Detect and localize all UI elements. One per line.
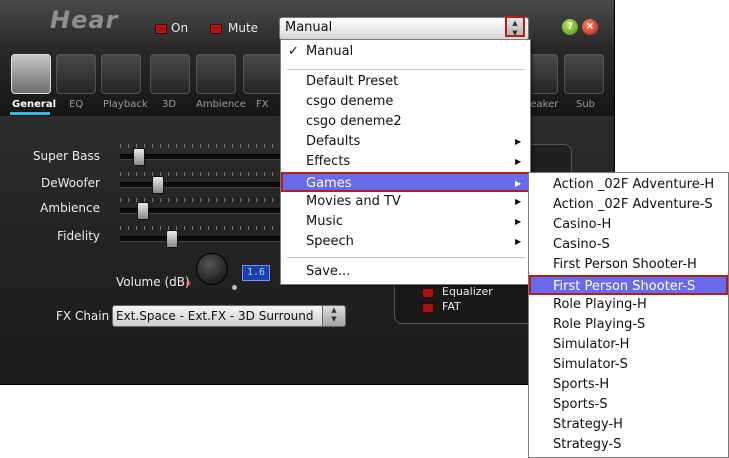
- fidelity-slider[interactable]: [120, 236, 290, 242]
- tab-eq[interactable]: EQ: [69, 99, 83, 110]
- submenu-arrow-icon: ▶: [515, 179, 522, 188]
- preset-combobox-value: Manual: [285, 20, 333, 35]
- submenu-item[interactable]: Casino-S: [529, 235, 728, 255]
- ambience-label: Ambience: [40, 201, 100, 215]
- super-bass-thumb[interactable]: [132, 148, 145, 166]
- tab-fx[interactable]: FX: [256, 99, 269, 110]
- volume-knob[interactable]: [196, 253, 228, 285]
- menu-item-games[interactable]: Games ▶: [281, 172, 530, 192]
- fidelity-label: Fidelity: [57, 229, 100, 243]
- fx-chain-label: FX Chain: [56, 309, 110, 323]
- submenu-item[interactable]: Simulator-S: [529, 355, 728, 375]
- menu-item-csgo-deneme2[interactable]: csgo deneme2: [281, 112, 530, 132]
- slider-ticks: [120, 144, 290, 148]
- preset-combobox[interactable]: Manual: [279, 17, 529, 40]
- games-submenu: Action _02F Adventure-H Action _02F Adve…: [528, 172, 729, 458]
- app-title: Hear: [50, 6, 119, 34]
- submenu-item[interactable]: Casino-H: [529, 215, 728, 235]
- menu-item-manual[interactable]: ✓ Manual: [281, 42, 530, 62]
- close-icon[interactable]: ×: [582, 19, 598, 35]
- equalizer-label[interactable]: Equalizer: [442, 285, 493, 298]
- on-led-icon[interactable]: [155, 24, 167, 34]
- submenu-item[interactable]: Sports-H: [529, 375, 728, 395]
- volume-value: 1.6: [242, 265, 270, 281]
- volume-label: Volume (dB): [116, 275, 190, 289]
- slider-ticks: [120, 226, 290, 230]
- active-tab-indicator: [10, 112, 50, 115]
- ambience-tab-icon[interactable]: [196, 54, 236, 94]
- menu-item-csgo-deneme[interactable]: csgo deneme: [281, 92, 530, 112]
- fat-label[interactable]: FAT: [442, 300, 461, 313]
- submenu-item[interactable]: Strategy-S: [529, 435, 728, 455]
- menu-item-default-preset[interactable]: Default Preset: [281, 72, 530, 92]
- submenu-arrow-icon: ▶: [515, 217, 522, 226]
- submenu-item[interactable]: Strategy-H: [529, 415, 728, 435]
- 3d-tab-icon[interactable]: [150, 54, 190, 94]
- menu-item-effects[interactable]: Effects ▶: [281, 152, 530, 172]
- fx-tab-icon[interactable]: [243, 54, 283, 94]
- submenu-item[interactable]: Role Playing-S: [529, 315, 728, 335]
- menu-item-music[interactable]: Music ▶: [281, 212, 530, 232]
- submenu-item[interactable]: Action _02F Adventure-H: [529, 175, 728, 195]
- sub-tab-icon[interactable]: [564, 54, 604, 94]
- submenu-arrow-icon: ▶: [515, 137, 522, 146]
- submenu-item[interactable]: Sports-S: [529, 395, 728, 415]
- menu-separator: [287, 69, 525, 70]
- dewoofer-slider[interactable]: [120, 182, 290, 188]
- super-bass-label: Super Bass: [32, 149, 100, 163]
- submenu-item-selected[interactable]: First Person Shooter-S: [529, 275, 728, 295]
- submenu-item[interactable]: Role Playing-H: [529, 295, 728, 315]
- menu-item-defaults[interactable]: Defaults ▶: [281, 132, 530, 152]
- slider-ticks: [120, 172, 290, 176]
- preset-dropdown-menu: ✓ Manual Default Preset csgo deneme csgo…: [280, 39, 531, 285]
- fx-chain-arrows-icon[interactable]: ▲ ▼: [322, 305, 346, 327]
- menu-separator: [287, 257, 525, 258]
- submenu-arrow-icon: ▶: [515, 237, 522, 246]
- tab-ambience[interactable]: Ambience: [196, 99, 246, 110]
- submenu-arrow-icon: ▶: [515, 157, 522, 166]
- dewoofer-thumb[interactable]: [151, 176, 164, 194]
- playback-tab-icon[interactable]: [101, 54, 141, 94]
- preset-combobox-arrow-icon[interactable]: ▲ ▼: [505, 16, 525, 37]
- help-icon[interactable]: ?: [562, 19, 578, 35]
- submenu-item[interactable]: Simulator-H: [529, 335, 728, 355]
- submenu-arrow-icon: ▶: [515, 197, 522, 206]
- fat-led-icon[interactable]: [422, 303, 434, 313]
- ambience-thumb[interactable]: [137, 202, 150, 220]
- submenu-item[interactable]: First Person Shooter-H: [529, 255, 728, 275]
- menu-item-movies-and-tv[interactable]: Movies and TV ▶: [281, 192, 530, 212]
- menu-item-speech[interactable]: Speech ▶: [281, 232, 530, 252]
- checkmark-icon: ✓: [288, 44, 299, 59]
- tab-playback[interactable]: Playback: [103, 99, 148, 110]
- tab-general[interactable]: General: [12, 99, 56, 110]
- mute-led-icon[interactable]: [210, 24, 222, 34]
- volume-max-dot-icon: [232, 285, 237, 290]
- equalizer-led-icon[interactable]: [422, 288, 434, 298]
- tab-sub[interactable]: Sub: [576, 99, 595, 110]
- fidelity-thumb[interactable]: [165, 230, 178, 248]
- dewoofer-label: DeWoofer: [40, 176, 100, 190]
- eq-tab-icon[interactable]: [56, 54, 96, 94]
- tab-3d[interactable]: 3D: [162, 99, 176, 110]
- mute-label[interactable]: Mute: [228, 21, 258, 35]
- super-bass-slider[interactable]: [120, 154, 290, 160]
- on-label[interactable]: On: [171, 21, 188, 35]
- general-tab-icon[interactable]: [11, 54, 51, 94]
- submenu-item[interactable]: Action _02F Adventure-S: [529, 195, 728, 215]
- fx-chain-select[interactable]: Ext.Space - Ext.FX - 3D Surround: [112, 305, 337, 327]
- menu-item-save[interactable]: Save...: [281, 262, 530, 282]
